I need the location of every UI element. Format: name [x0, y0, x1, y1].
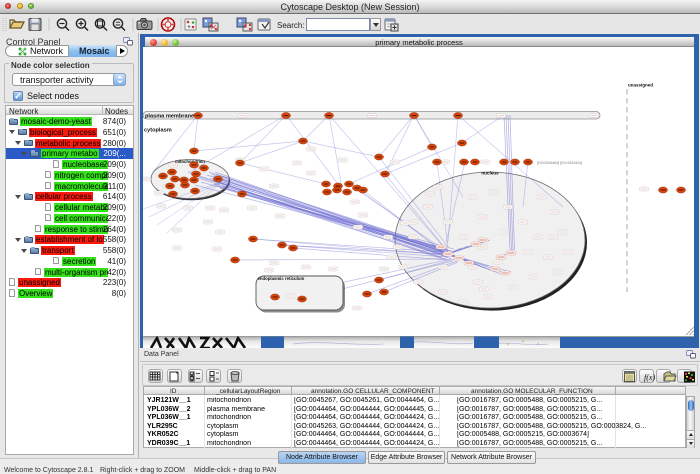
- svg-text:unassigned: unassigned: [628, 83, 653, 88]
- svg-text:cytoplasm: cytoplasm: [144, 128, 172, 134]
- svg-text:[GO:0044464] [GO:0044424]: [GO:0044464] [GO:0044424]: [537, 161, 582, 165]
- svg-text:endoplasmic reticulum: endoplasmic reticulum: [258, 276, 305, 281]
- svg-text:f(x): f(x): [644, 373, 655, 382]
- svg-text:nucleus: nucleus: [481, 171, 499, 176]
- svg-text:plasma membrane: plasma membrane: [145, 114, 194, 120]
